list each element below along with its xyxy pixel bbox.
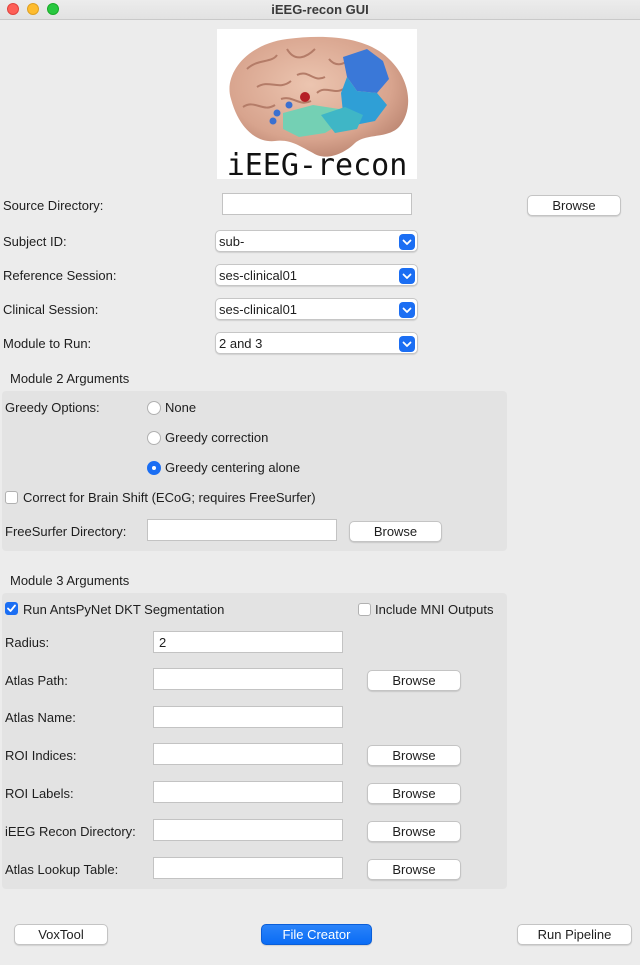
radius-label: Radius: [5, 635, 50, 650]
source-directory-browse-button[interactable]: Browse [527, 195, 621, 216]
subject-id-value: sub- [219, 234, 245, 249]
freesurfer-directory-label: FreeSurfer Directory: [5, 524, 127, 539]
atlas-lookup-table-browse-button[interactable]: Browse [367, 859, 461, 880]
module2-heading: Module 2 Arguments [10, 371, 130, 386]
chevron-down-icon [399, 234, 415, 250]
antspynet-label[interactable]: Run AntsPyNet DKT Segmentation [23, 602, 224, 617]
module3-heading: Module 3 Arguments [10, 573, 130, 588]
reference-session-label: Reference Session: [3, 268, 117, 283]
atlas-name-input[interactable] [153, 706, 343, 728]
greedy-options-label: Greedy Options: [5, 400, 100, 415]
greedy-centering-radio[interactable] [147, 461, 161, 475]
brain-shift-checkbox[interactable] [5, 491, 18, 504]
module-to-run-label: Module to Run: [3, 336, 92, 351]
logo-text: iEEG-recon [227, 148, 408, 179]
roi-labels-browse-button[interactable]: Browse [367, 783, 461, 804]
brain-shift-label[interactable]: Correct for Brain Shift (ECoG; requires … [23, 490, 316, 505]
mni-outputs-checkbox[interactable] [358, 603, 371, 616]
greedy-centering-label[interactable]: Greedy centering alone [165, 460, 300, 475]
module-to-run-select[interactable]: 2 and 3 [215, 332, 418, 354]
subject-id-select[interactable]: sub- [215, 230, 418, 252]
ieeg-recon-directory-input[interactable] [153, 819, 343, 841]
freesurfer-directory-input[interactable] [147, 519, 337, 541]
roi-indices-label: ROI Indices: [5, 748, 77, 763]
source-directory-label: Source Directory: [3, 198, 104, 213]
atlas-lookup-table-label: Atlas Lookup Table: [5, 862, 119, 877]
greedy-correction-label[interactable]: Greedy correction [165, 430, 268, 445]
run-pipeline-button[interactable]: Run Pipeline [517, 924, 632, 945]
window-title: iEEG-recon GUI [271, 2, 369, 17]
subject-id-label: Subject ID: [3, 234, 67, 249]
clinical-session-select[interactable]: ses-clinical01 [215, 298, 418, 320]
roi-indices-input[interactable] [153, 743, 343, 765]
atlas-path-label: Atlas Path: [5, 673, 68, 688]
roi-labels-input[interactable] [153, 781, 343, 803]
atlas-name-label: Atlas Name: [5, 710, 76, 725]
roi-labels-label: ROI Labels: [5, 786, 74, 801]
voxtool-button[interactable]: VoxTool [14, 924, 108, 945]
file-creator-button[interactable]: File Creator [261, 924, 372, 945]
greedy-correction-radio[interactable] [147, 431, 161, 445]
window-titlebar: iEEG-recon GUI [0, 0, 640, 20]
chevron-down-icon [399, 268, 415, 284]
roi-indices-browse-button[interactable]: Browse [367, 745, 461, 766]
clinical-session-value: ses-clinical01 [219, 302, 298, 317]
antspynet-checkbox[interactable] [5, 602, 18, 615]
ieeg-recon-directory-label: iEEG Recon Directory: [5, 824, 136, 839]
clinical-session-label: Clinical Session: [3, 302, 99, 317]
atlas-path-input[interactable] [153, 668, 343, 690]
reference-session-value: ses-clinical01 [219, 268, 298, 283]
freesurfer-browse-button[interactable]: Browse [349, 521, 442, 542]
reference-session-select[interactable]: ses-clinical01 [215, 264, 418, 286]
atlas-path-browse-button[interactable]: Browse [367, 670, 461, 691]
atlas-lookup-table-input[interactable] [153, 857, 343, 879]
radius-input[interactable] [153, 631, 343, 653]
module-to-run-value: 2 and 3 [219, 336, 263, 351]
source-directory-input[interactable] [222, 193, 412, 215]
ieeg-recon-directory-browse-button[interactable]: Browse [367, 821, 461, 842]
chevron-down-icon [399, 302, 415, 318]
greedy-none-radio[interactable] [147, 401, 161, 415]
chevron-down-icon [399, 336, 415, 352]
mni-outputs-label[interactable]: Include MNI Outputs [375, 602, 494, 617]
ieeg-recon-logo: iEEG-recon [217, 29, 417, 179]
greedy-none-label[interactable]: None [165, 400, 196, 415]
